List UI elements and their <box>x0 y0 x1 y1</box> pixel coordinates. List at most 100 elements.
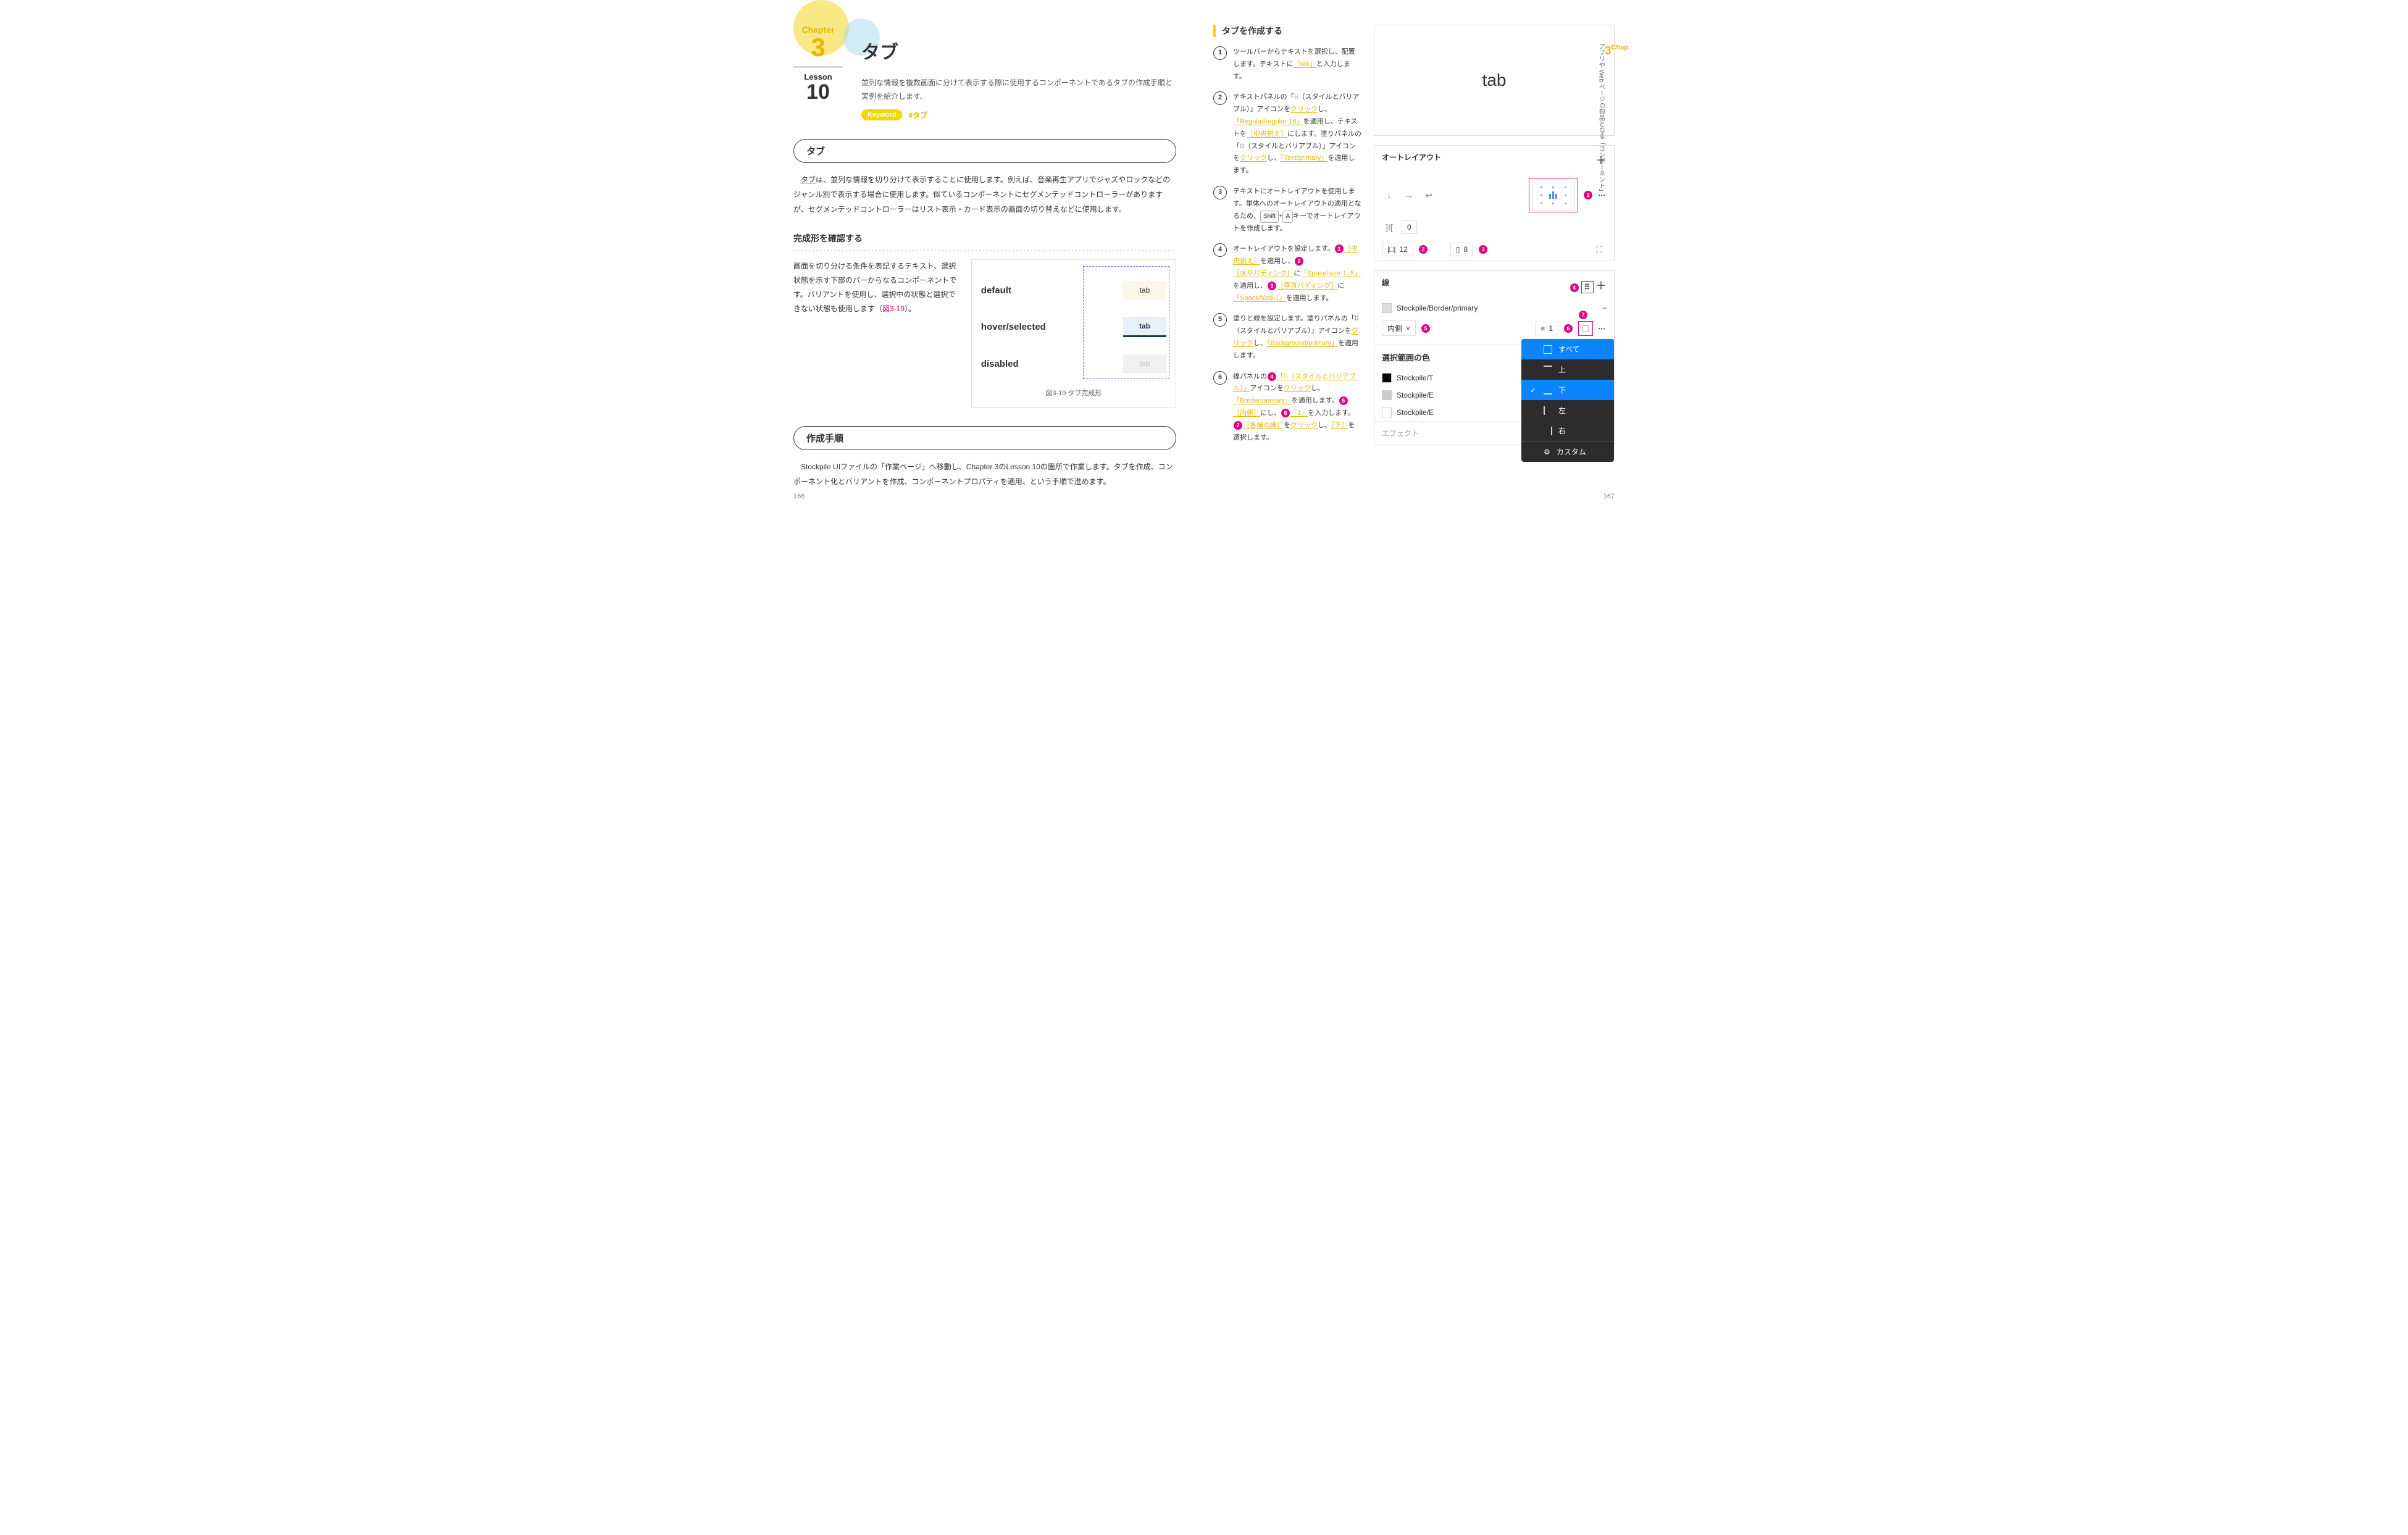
alignment-box[interactable] <box>1529 178 1578 212</box>
step-number: 6 <box>1213 371 1227 385</box>
wave-rule <box>793 249 1176 252</box>
side-chap-label: Chap. <box>1611 43 1630 52</box>
highlight-text: ［垂直パディング］ <box>1277 282 1337 290</box>
keyword-pill: Keyword <box>861 109 902 120</box>
section-heading-tab: タブ <box>793 139 1176 163</box>
chevron-down-icon: ˅ <box>1406 324 1410 333</box>
callout-7: 7 <box>1579 311 1587 319</box>
figure-box: default tab hover/selected tab disabled … <box>971 259 1176 408</box>
arrow-down-icon[interactable]: ↓ <box>1382 188 1397 203</box>
pad-h-icon: |□| <box>1387 245 1395 254</box>
style-picker-icon[interactable]: ⠿ <box>1581 281 1594 293</box>
page-number-left: 166 <box>793 493 805 500</box>
expand-icon[interactable]: ⛶ <box>1592 242 1607 257</box>
keyword-tag: #タブ <box>908 110 927 120</box>
section-body: タブは、並列な情報を切り分けて表示することに使用します。例えば、音楽再生アプリで… <box>793 172 1176 217</box>
stroke-side-dropdown[interactable]: すべて 上 ✓下 左 右 ⚙カスタム <box>1521 339 1614 462</box>
color-swatch-1 <box>1382 373 1392 383</box>
stroke-plus-icon[interactable]: ＋ <box>1595 280 1607 292</box>
gap-input[interactable]: 0 <box>1402 220 1417 234</box>
pad-h-input[interactable]: |□| 12 <box>1382 243 1413 256</box>
step-body: 塗りと線を設定します。塗りパネルの「⁝⁝（スタイルとバリアブル）」アイコンをクリ… <box>1233 313 1361 362</box>
step-number: 2 <box>1213 91 1227 105</box>
dd-item-all[interactable]: すべて <box>1521 339 1614 359</box>
canvas-preview: tab <box>1374 25 1615 136</box>
callout-1: 1 <box>1584 191 1592 199</box>
effects-title: エフェクト <box>1382 428 1419 438</box>
step-3: 3 テキストにオートレイアウトを使用します。単体へのオートレイアウトの適用となるた… <box>1213 186 1361 235</box>
color-name-3: Stockpile/E <box>1397 408 1434 417</box>
term-tab: タブ <box>801 175 816 184</box>
right-col-heading: タブを作成する <box>1213 25 1361 37</box>
autolayout-panel: オートレイアウト ＋ ↓ → ↩ <box>1374 145 1615 261</box>
stroke-width[interactable]: ≡ 1 <box>1535 322 1558 335</box>
color-swatch-3 <box>1382 408 1392 417</box>
highlight-text: ［内側］ <box>1233 409 1260 417</box>
highlight-text: 「tab」 <box>1294 61 1316 68</box>
inline-callout: 5 <box>1339 396 1348 405</box>
callout-4: 4 <box>1570 283 1579 292</box>
dd-item-right[interactable]: 右 <box>1521 420 1614 441</box>
canvas-text: tab <box>1482 70 1507 90</box>
check-icon: ✓ <box>1530 386 1537 395</box>
highlight-text: 「Background/primary」 <box>1267 340 1338 347</box>
inline-callout: 7 <box>1234 421 1242 430</box>
side-chap-text: アプリや Web ページの部品となる「コンポーネント」 <box>1596 43 1605 195</box>
chapter-number: 3 <box>793 35 843 61</box>
pad-v-input[interactable]: ▯ 8 <box>1450 243 1473 256</box>
subheading-final: 完成形を確認する <box>793 232 1176 245</box>
selection-colors-title: 選択範囲の色 <box>1382 351 1430 363</box>
highlight-text: 「Space/size-1」 <box>1233 295 1286 302</box>
step-body: 線パネルの4「⁝⁝（スタイルとバリアブル）」アイコンをクリックし、「Border… <box>1233 371 1361 445</box>
highlight-text: ［下］ <box>1331 422 1348 429</box>
top-border-icon <box>1544 366 1552 374</box>
highlight-text: ［各端の線］ <box>1243 422 1284 429</box>
stroke-position[interactable]: 内側 ˅ <box>1382 320 1416 336</box>
right-border-icon <box>1544 427 1552 435</box>
arrow-right-icon[interactable]: → <box>1402 188 1416 203</box>
stroke-more-icon[interactable]: ⋯ <box>1598 324 1607 333</box>
highlight-text: クリック <box>1290 106 1318 113</box>
page-title: タブ <box>861 37 1176 64</box>
wrap-icon[interactable]: ↩ <box>1421 188 1436 203</box>
step-5: 5 塗りと線を設定します。塗りパネルの「⁝⁝（スタイルとバリアブル）」アイコンをク… <box>1213 313 1361 362</box>
stroke-weight-icon: ≡ <box>1541 324 1545 333</box>
color-swatch-2 <box>1382 390 1392 400</box>
page-number-right: 167 <box>1603 493 1615 500</box>
callout-3: 3 <box>1479 245 1487 254</box>
step-body: テキストパネルの「⁝⁝（スタイルとバリアブル）」アイコンをクリックし、「Regu… <box>1233 91 1361 177</box>
lead-text: 並列な情報を複数画面に分けて表示する際に使用するコンポーネントであるタブの作成手… <box>861 77 1176 103</box>
step-2: 2 テキストパネルの「⁝⁝（スタイルとバリアブル）」アイコンをクリックし、「Reg… <box>1213 91 1361 177</box>
bottom-border-icon <box>1544 386 1552 395</box>
square-icon <box>1544 345 1552 354</box>
step-4: 4オートレイアウトを設定します。1［中央揃え］を適用し、2［水平パディング］に「… <box>1213 243 1361 304</box>
inline-callout: 6 <box>1281 409 1290 417</box>
inline-callout: 4 <box>1268 372 1276 381</box>
step-number: 5 <box>1213 313 1227 327</box>
figure-ref: 図3-19 <box>882 304 905 313</box>
color-name-2: Stockpile/E <box>1397 391 1434 399</box>
step-number: 3 <box>1213 186 1227 199</box>
lesson-number: 10 <box>793 82 843 102</box>
dd-item-custom[interactable]: ⚙カスタム <box>1521 441 1614 462</box>
lesson-label: Lesson <box>793 67 843 82</box>
remove-stroke-icon[interactable]: − <box>1602 304 1607 312</box>
step-1: 1ツールバーからテキストを選択し、配置します。テキストに「tab」と入力します。 <box>1213 46 1361 83</box>
dd-item-bottom[interactable]: ✓下 <box>1521 380 1614 400</box>
step-number: 1 <box>1213 46 1227 60</box>
dd-item-left[interactable]: 左 <box>1521 400 1614 420</box>
sliders-icon: ⚙ <box>1544 448 1550 456</box>
steps-intro: Stockpile UIファイルの「作業ページ」へ移動し、Chapter 3のL… <box>793 459 1176 489</box>
dd-item-top[interactable]: 上 <box>1521 359 1614 380</box>
al-title: オートレイアウト <box>1382 152 1441 168</box>
stroke-title: 線 <box>1382 277 1389 293</box>
keyboard-key: A <box>1282 211 1293 223</box>
highlight-text: 「Space/size-1_5」 <box>1300 270 1361 277</box>
stroke-swatch <box>1382 303 1392 313</box>
highlight-text: ［水平パディング］ <box>1233 270 1294 277</box>
per-side-icon[interactable]: ▢ <box>1578 321 1593 336</box>
highlight-text: 「Border/primary」 <box>1233 397 1292 404</box>
color-name-1: Stockpile/T <box>1397 374 1433 382</box>
step-body: テキストにオートレイアウトを使用します。単体へのオートレイアウトの適用となるため… <box>1233 186 1361 235</box>
figure-caption: 図3-19 タブ完成形 <box>981 388 1166 398</box>
